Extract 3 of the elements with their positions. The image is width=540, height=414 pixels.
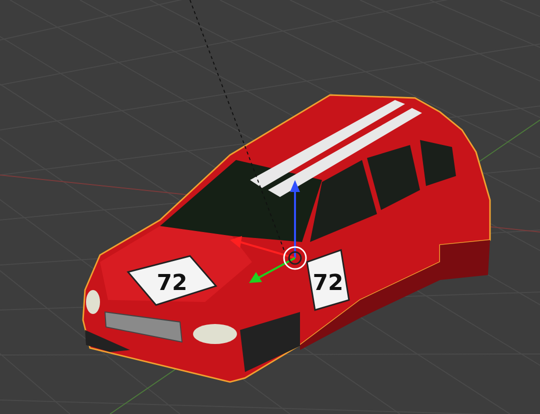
- transform-gizmo-icon[interactable]: [230, 180, 307, 283]
- car-number-label: 72: [312, 271, 344, 296]
- car-number-label: 72: [156, 271, 188, 296]
